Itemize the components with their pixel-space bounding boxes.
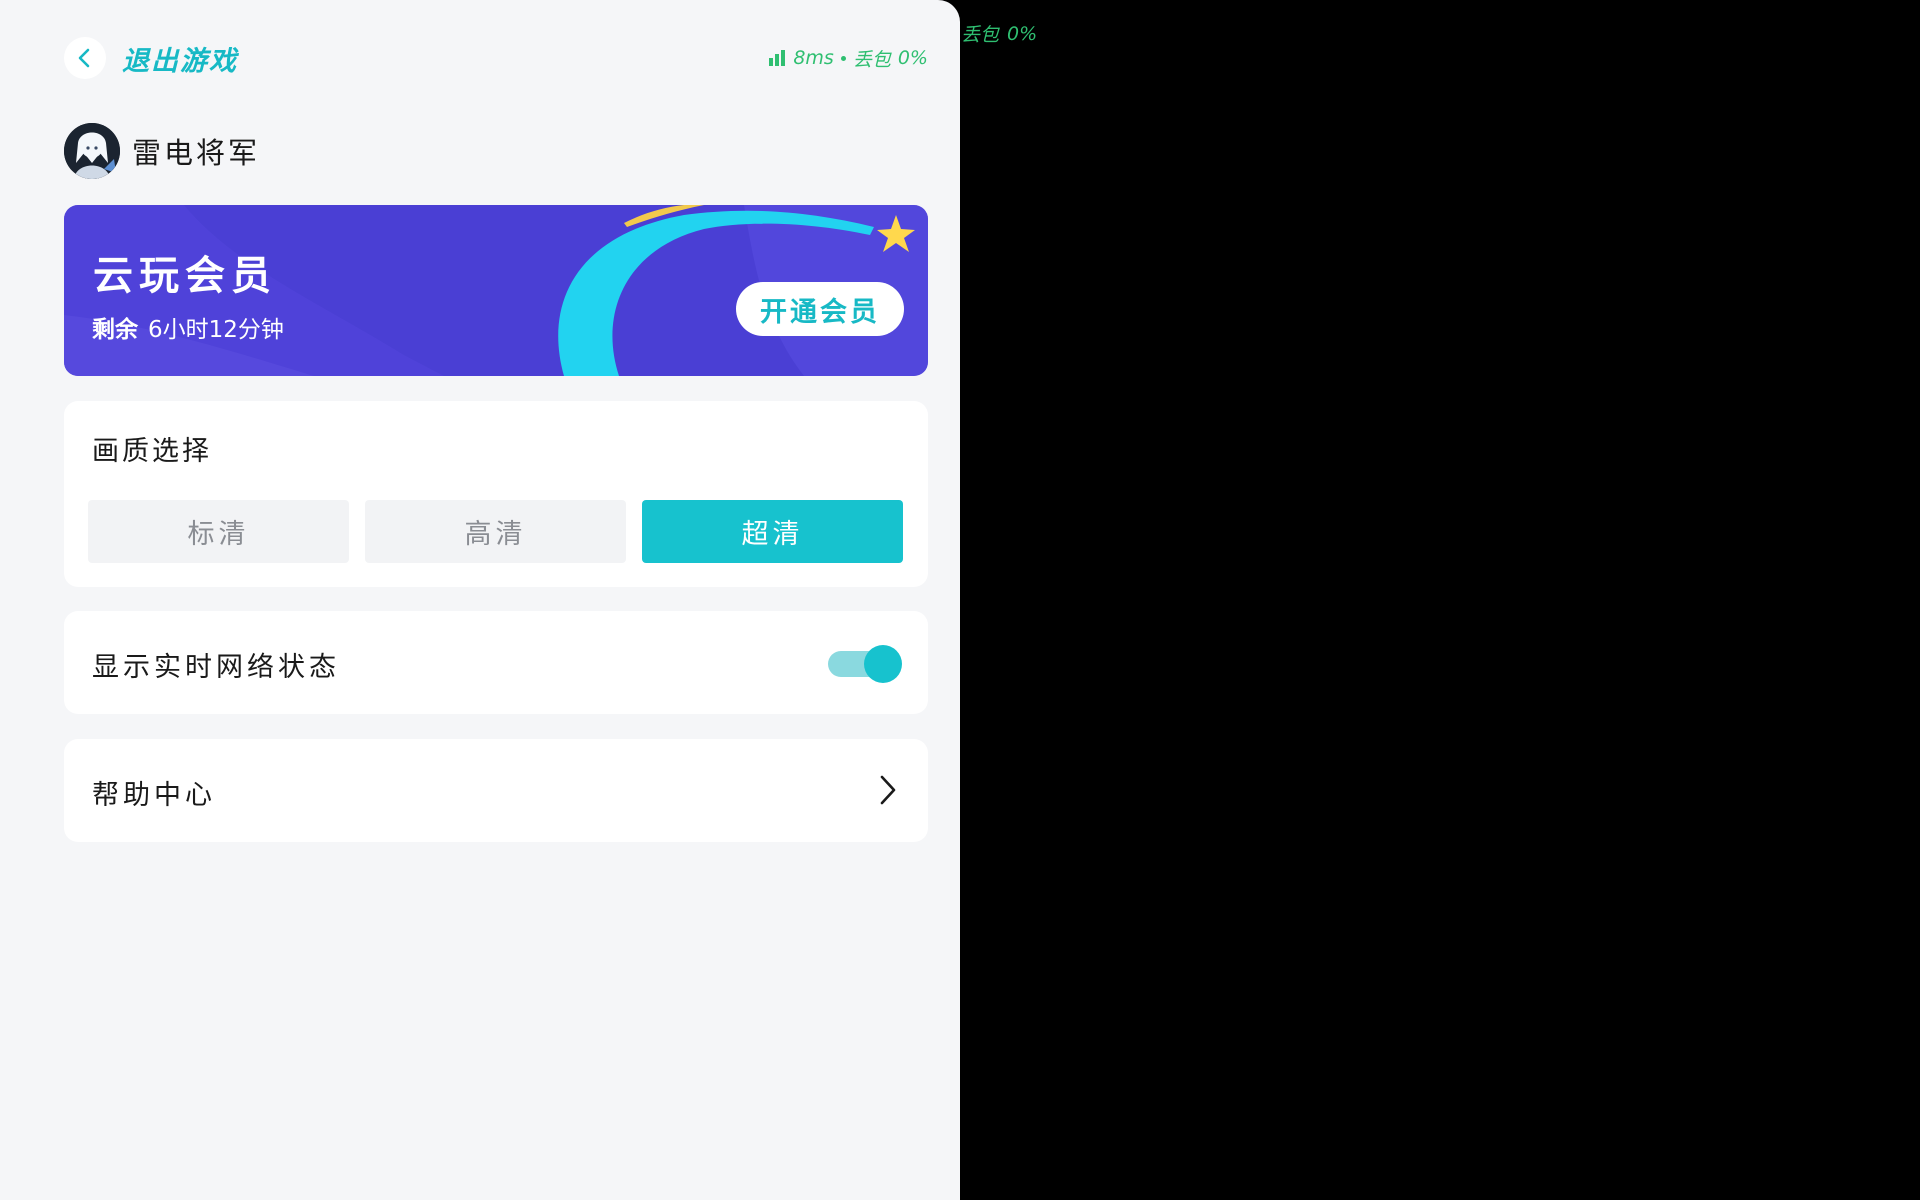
membership-card: 云玩会员 剩余 6小时12分钟 开通会员 (64, 205, 928, 376)
help-center-label: 帮助中心 (92, 780, 216, 811)
quality-option-uhd[interactable]: 超清 (642, 500, 903, 563)
loss-value: 0% (897, 47, 928, 69)
help-center-row[interactable]: 帮助中心 (64, 739, 928, 842)
quality-option-sd[interactable]: 标清 (88, 500, 349, 563)
background-network-status: 丢包 0% (948, 20, 1037, 47)
exit-game-label: 退出游戏 (122, 45, 238, 77)
network-status: 8ms 丢包 0% (768, 45, 928, 72)
panel-header: 退出游戏 8ms 丢包 0% (64, 36, 928, 80)
network-display-label: 显示实时网络状态 (92, 652, 340, 683)
settings-panel: 退出游戏 8ms 丢包 0% 雷电将军 云玩会员 剩余 6小时12分钟 开通会员… (0, 0, 960, 1200)
avatar (64, 123, 120, 179)
quality-section: 画质选择 标清 高清 超清 (64, 401, 928, 587)
quality-options: 标清 高清 超清 (88, 500, 903, 563)
chevron-left-icon (78, 48, 90, 68)
network-display-section: 显示实时网络状态 (64, 611, 928, 714)
game-screen: 丢包 0% 退出游戏 8ms 丢包 0% 雷电将军 云玩会员 剩余 6小时12分… (0, 0, 1920, 1200)
chevron-right-icon (880, 775, 896, 805)
membership-remaining: 剩余 6小时12分钟 (92, 310, 284, 344)
network-display-toggle[interactable] (828, 645, 902, 683)
back-button[interactable] (64, 37, 106, 79)
quality-title: 画质选择 (92, 436, 212, 467)
loss-label: 丢包 (852, 48, 891, 71)
username: 雷电将军 (132, 136, 261, 170)
remaining-label: 剩余 (92, 317, 138, 343)
background-loss-label: 丢包 (961, 24, 1000, 46)
separator-dot (840, 55, 846, 61)
quality-option-hd[interactable]: 高清 (365, 500, 626, 563)
remaining-value: 6小时12分钟 (148, 317, 284, 343)
avatar-image (64, 123, 120, 179)
user-info: 雷电将军 (64, 123, 260, 179)
exit-game-button[interactable]: 退出游戏 (64, 37, 238, 79)
membership-title: 云玩会员 (93, 253, 277, 299)
open-membership-button[interactable]: 开通会员 (736, 282, 904, 336)
background-loss-value: 0% (1007, 22, 1038, 45)
toggle-knob (864, 645, 902, 683)
signal-bars-icon (769, 50, 786, 66)
latency-value: 8ms (793, 47, 834, 69)
